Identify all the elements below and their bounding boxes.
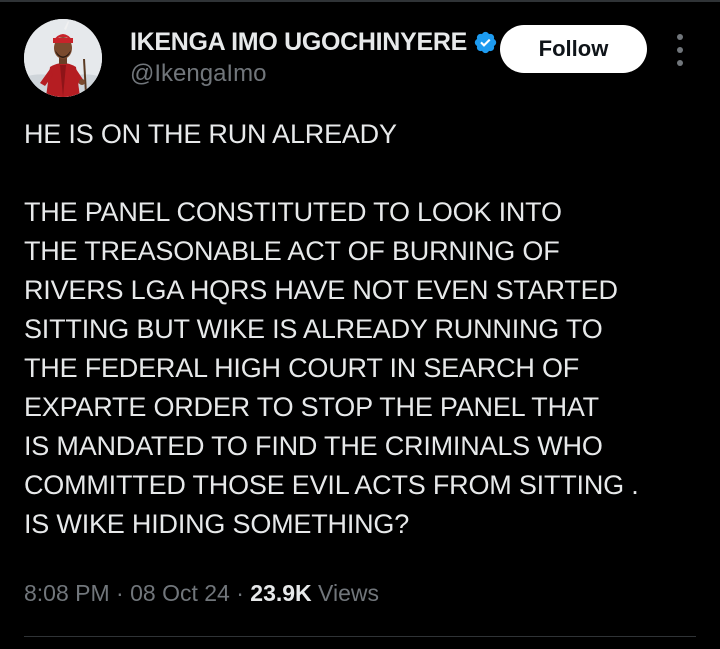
- tweet-time[interactable]: 8:08 PM: [24, 580, 110, 606]
- tweet-card: IKENGA IMO UGOCHINYERE @IkengaImo Follow…: [0, 0, 720, 649]
- meta-separator: ·: [109, 580, 131, 606]
- avatar-image: [24, 19, 102, 97]
- bottom-divider: [24, 636, 696, 637]
- more-options-icon[interactable]: [668, 34, 692, 66]
- views-count[interactable]: 23.9K: [250, 580, 311, 606]
- author-name-row: IKENGA IMO UGOCHINYERE: [130, 28, 498, 57]
- tweet-headline: HE IS ON THE RUN ALREADY: [24, 119, 397, 149]
- follow-button[interactable]: Follow: [500, 25, 647, 73]
- tweet-body: THE PANEL CONSTITUTED TO LOOK INTO THE T…: [24, 197, 639, 539]
- tweet-date[interactable]: 08 Oct 24: [130, 580, 230, 606]
- views-label: Views: [311, 580, 379, 606]
- avatar[interactable]: [24, 19, 102, 97]
- tweet-text: HE IS ON THE RUN ALREADY THE PANEL CONST…: [24, 115, 714, 544]
- author-handle[interactable]: @IkengaImo: [130, 60, 266, 88]
- meta-separator: ·: [229, 580, 251, 606]
- author-display-name[interactable]: IKENGA IMO UGOCHINYERE: [130, 28, 467, 57]
- top-divider: [0, 0, 720, 2]
- tweet-meta: 8:08 PM · 08 Oct 24 · 23.9K Views: [24, 580, 379, 607]
- verified-badge-icon: [473, 30, 498, 55]
